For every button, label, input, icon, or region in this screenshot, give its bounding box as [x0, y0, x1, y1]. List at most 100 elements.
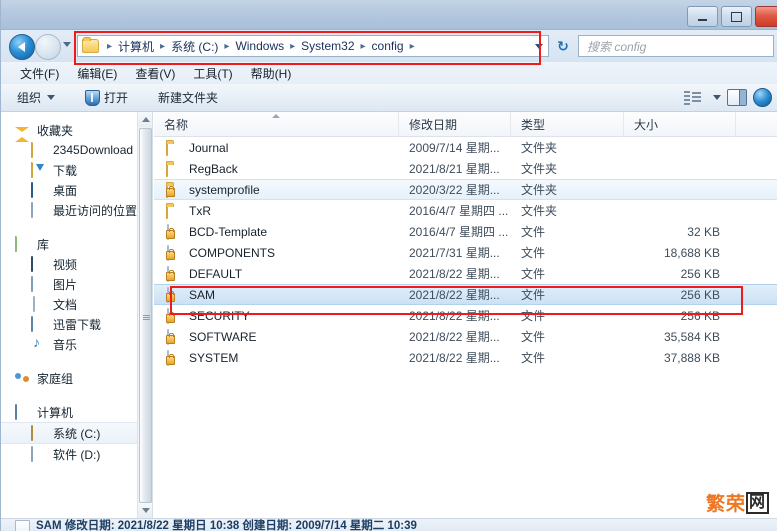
title-bar — [1, 0, 777, 30]
sidebar-group-favorites[interactable]: 收藏夹 — [1, 120, 152, 142]
table-row[interactable]: systemprofile 2020/3/22 星期... 文件夹 — [154, 179, 777, 200]
table-row[interactable]: SYSTEM 2021/8/22 星期... 文件 37,888 KB — [154, 347, 777, 368]
breadcrumb-item-config[interactable]: config — [371, 36, 405, 56]
change-view-icon[interactable] — [684, 90, 701, 105]
cell-name: BCD-Template — [154, 221, 399, 242]
close-button[interactable] — [755, 6, 777, 27]
document-icon — [31, 296, 47, 312]
new-folder-button[interactable]: 新建文件夹 — [150, 87, 226, 109]
file-size — [624, 158, 736, 179]
sidebar-group-label: 收藏夹 — [37, 123, 74, 138]
sidebar-item-software-d[interactable]: 软件 (D:) — [1, 444, 152, 464]
breadcrumb-item-system32[interactable]: System32 — [300, 36, 355, 56]
chevron-down-icon[interactable] — [713, 95, 721, 100]
file-size: 18,688 KB — [663, 245, 720, 260]
sidebar-item-downloads[interactable]: 下载 — [1, 160, 152, 180]
sidebar-item-videos[interactable]: 视频 — [1, 254, 152, 274]
file-size — [624, 200, 736, 221]
scroll-down-button[interactable] — [138, 503, 152, 518]
table-row[interactable]: TxR 2016/4/7 星期四 ... 文件夹 — [154, 200, 777, 221]
table-row[interactable]: SAM 2021/8/22 星期... 文件 256 KB — [154, 284, 777, 305]
address-dropdown-button[interactable] — [529, 35, 549, 57]
column-header-size[interactable]: 大小 — [624, 111, 736, 137]
scroll-up-button[interactable] — [138, 112, 152, 127]
menu-bar: 文件(F) 编辑(E) 查看(V) 工具(T) 帮助(H) — [1, 62, 777, 84]
sidebar-item-desktop[interactable]: 桌面 — [1, 180, 152, 200]
menu-item-tools[interactable]: 工具(T) — [184, 63, 241, 84]
sidebar-group-computer[interactable]: 计算机 — [1, 402, 152, 422]
sidebar-group-libraries[interactable]: 库 — [1, 234, 152, 254]
open-button[interactable]: 打开 — [77, 87, 136, 109]
toolbar-right-group — [684, 88, 774, 107]
recent-pages-chevron-down-icon[interactable] — [63, 42, 71, 47]
sidebar-item-label: 迅雷下载 — [53, 317, 102, 332]
locked-file-icon — [166, 223, 182, 240]
picture-icon — [31, 276, 47, 292]
file-type: 文件夹 — [521, 162, 558, 176]
status-text: SAM 修改日期: 2021/8/22 星期日 10:38 创建日期: 2009… — [36, 520, 417, 531]
organize-label: 组织 — [17, 91, 42, 105]
cell-name: SOFTWARE — [154, 326, 399, 347]
column-label: 类型 — [521, 117, 546, 132]
maximize-button[interactable] — [721, 6, 752, 27]
drive-icon — [31, 446, 47, 462]
breadcrumb-item-windows[interactable]: Windows — [234, 36, 285, 56]
column-header-name[interactable]: 名称 — [154, 111, 399, 137]
breadcrumb-item-computer[interactable]: 计算机 — [117, 36, 155, 56]
search-input[interactable]: 搜索 config — [578, 35, 774, 57]
column-header-date[interactable]: 修改日期 — [399, 111, 511, 137]
file-date: 2021/7/31 星期... — [409, 246, 500, 260]
sidebar-group-homegroup[interactable]: 家庭组 — [1, 368, 152, 388]
cell-name: DEFAULT — [154, 263, 399, 284]
column-header-extra[interactable] — [736, 112, 777, 137]
homegroup-icon — [15, 371, 31, 385]
address-bar[interactable]: ▸ 计算机 ▸ 系统 (C:) ▸ Windows ▸ System32 ▸ c… — [77, 35, 529, 57]
navigation-pane: 收藏夹 2345Download 下载 桌面 最近访问的位置 库 视频 图片 文… — [1, 112, 153, 518]
file-type: 文件 — [521, 309, 546, 323]
breadcrumb-item-system-c[interactable]: 系统 (C:) — [170, 36, 219, 56]
file-size: 256 KB — [680, 287, 720, 302]
menu-item-help[interactable]: 帮助(H) — [242, 63, 301, 84]
table-row[interactable]: SECURITY 2021/8/22 星期... 文件 256 KB — [154, 305, 777, 326]
table-row[interactable]: DEFAULT 2021/8/22 星期... 文件 256 KB — [154, 263, 777, 284]
sidebar-item-music[interactable]: 音乐 — [1, 334, 152, 354]
sidebar-item-recent-places[interactable]: 最近访问的位置 — [1, 200, 152, 220]
sidebar-item-2345download[interactable]: 2345Download — [1, 140, 152, 160]
back-button[interactable] — [9, 34, 35, 60]
table-row[interactable]: COMPONENTS 2021/7/31 星期... 文件 18,688 KB — [154, 242, 777, 263]
file-date: 2021/8/22 星期... — [409, 309, 500, 323]
star-icon — [15, 123, 31, 142]
menu-item-edit[interactable]: 编辑(E) — [68, 63, 126, 84]
library-folder-icon — [15, 236, 31, 252]
breadcrumb-separator: ▸ — [409, 40, 415, 52]
table-row[interactable]: BCD-Template 2016/4/7 星期四 ... 文件 32 KB — [154, 221, 777, 242]
navigation-tree: 收藏夹 2345Download 下载 桌面 最近访问的位置 库 视频 图片 文… — [1, 112, 152, 464]
forward-button[interactable] — [35, 34, 61, 60]
sidebar-item-documents[interactable]: 文档 — [1, 294, 152, 314]
minimize-button[interactable] — [687, 6, 718, 27]
file-size: 256 KB — [680, 308, 720, 323]
back-arrow-icon — [17, 42, 25, 52]
file-icon — [15, 520, 30, 531]
organize-button[interactable]: 组织 — [9, 87, 63, 109]
sidebar-item-thunder-download[interactable]: 迅雷下载 — [1, 314, 152, 334]
column-header-type[interactable]: 类型 — [511, 111, 624, 137]
preview-pane-icon[interactable] — [727, 89, 747, 106]
lock-icon — [166, 290, 175, 302]
table-row[interactable]: Journal 2009/7/14 星期... 文件夹 — [154, 137, 777, 158]
table-row[interactable]: SOFTWARE 2021/8/22 星期... 文件 35,584 KB — [154, 326, 777, 347]
menu-item-view[interactable]: 查看(V) — [126, 63, 184, 84]
lock-icon — [166, 248, 175, 260]
sidebar-item-label: 视频 — [53, 257, 78, 272]
sidebar-item-pictures[interactable]: 图片 — [1, 274, 152, 294]
scrollbar-thumb[interactable] — [139, 128, 152, 503]
sidebar-item-system-c[interactable]: 系统 (C:) — [1, 422, 152, 444]
help-icon[interactable] — [753, 88, 772, 107]
menu-item-file[interactable]: 文件(F) — [11, 63, 68, 84]
table-row[interactable]: RegBack 2021/8/21 星期... 文件夹 — [154, 158, 777, 179]
refresh-button[interactable]: ↻ — [552, 35, 574, 57]
file-size: 256 KB — [680, 266, 720, 281]
recent-places-icon — [31, 202, 47, 218]
file-date: 2021/8/22 星期... — [409, 288, 500, 302]
sidebar-scrollbar[interactable] — [137, 112, 152, 518]
